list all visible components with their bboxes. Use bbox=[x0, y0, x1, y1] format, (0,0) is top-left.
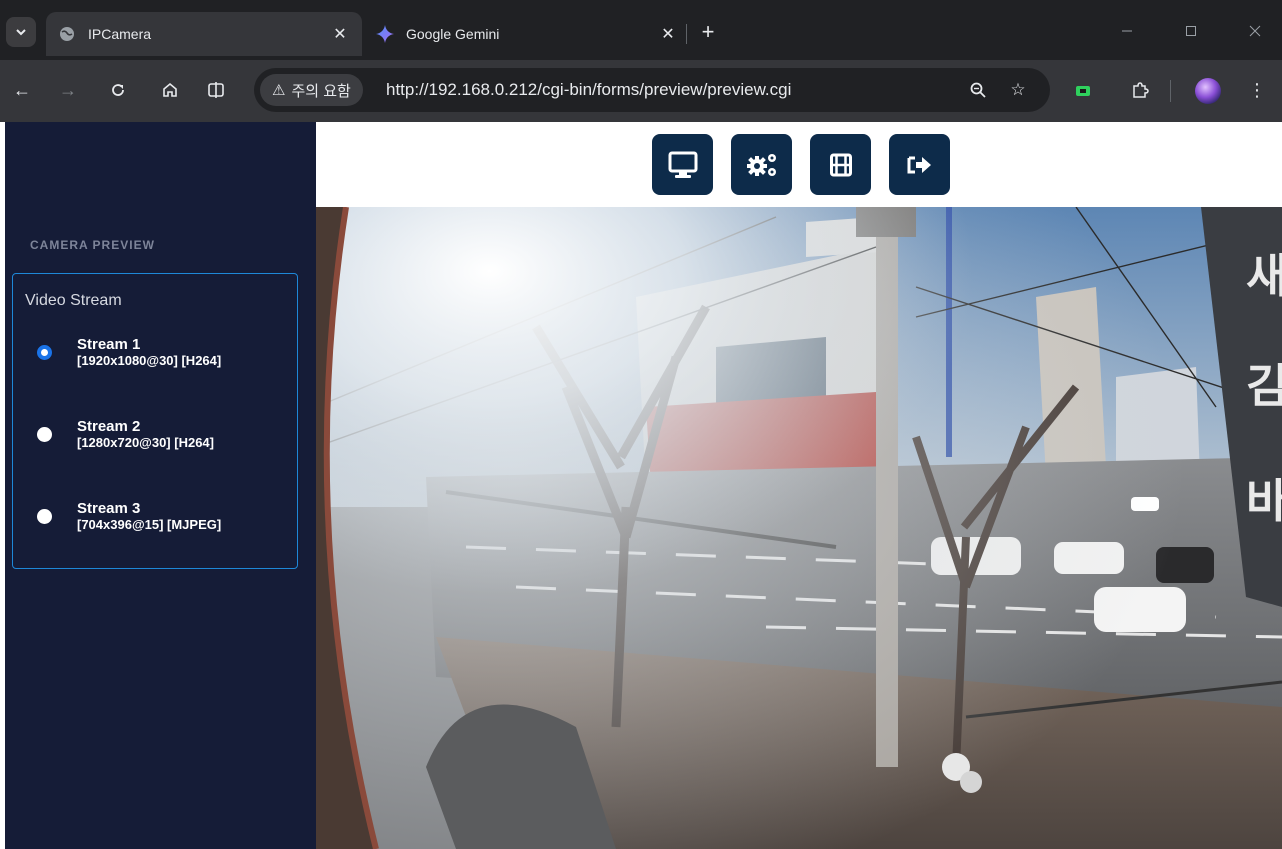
video-stream-group: Video Stream Stream 1 [1920x1080@30] [H2… bbox=[12, 273, 298, 569]
chevron-down-icon bbox=[16, 29, 26, 36]
forward-button[interactable]: → bbox=[54, 76, 82, 104]
arrow-left-icon: ← bbox=[13, 79, 31, 100]
tab-divider bbox=[686, 24, 687, 44]
logout-button[interactable] bbox=[889, 134, 950, 195]
profile-avatar[interactable] bbox=[1195, 78, 1221, 104]
reload-button[interactable] bbox=[104, 76, 132, 104]
split-view-button[interactable] bbox=[202, 76, 230, 104]
maximize-icon bbox=[1186, 26, 1196, 36]
gears-icon bbox=[746, 153, 776, 176]
live-view-button[interactable] bbox=[652, 134, 713, 195]
zoom-icon bbox=[970, 82, 986, 98]
home-icon bbox=[163, 82, 177, 97]
stream-option-text: Stream 1 [1920x1080@30] [H264] bbox=[77, 336, 221, 368]
settings-button[interactable] bbox=[731, 134, 792, 195]
stream-name: Stream 1 bbox=[77, 336, 141, 353]
close-icon[interactable]: ✕ bbox=[658, 24, 678, 44]
close-icon[interactable]: ✕ bbox=[330, 24, 350, 44]
browser-toolbar: ← → ⚠ 주의 요함 http://192.168.0.212/cgi-bin… bbox=[0, 60, 1282, 122]
tab-search-button[interactable] bbox=[6, 17, 36, 47]
new-tab-button[interactable]: + bbox=[696, 19, 720, 44]
gemini-icon bbox=[376, 25, 394, 43]
address-bar[interactable]: ⚠ 주의 요함 http://192.168.0.212/cgi-bin/for… bbox=[254, 68, 1050, 112]
recordings-button[interactable] bbox=[810, 134, 871, 195]
close-icon bbox=[1249, 25, 1261, 37]
star-icon: ☆ bbox=[1010, 80, 1026, 99]
puzzle-icon bbox=[1133, 82, 1149, 98]
sidebar-edge bbox=[0, 122, 5, 849]
globe-icon bbox=[58, 25, 76, 43]
home-button[interactable] bbox=[156, 76, 184, 104]
camera-toolbar bbox=[316, 122, 1282, 207]
more-vertical-icon: ⋮ bbox=[1248, 79, 1266, 100]
browser-tab-strip: IPCamera ✕ Google Gemini ✕ + bbox=[0, 0, 1282, 60]
split-view-icon bbox=[208, 82, 224, 98]
monitor-icon bbox=[668, 151, 697, 178]
close-window-button[interactable] bbox=[1240, 18, 1270, 44]
tab-title: IPCamera bbox=[88, 26, 152, 42]
film-icon bbox=[829, 153, 852, 176]
camera-frame-image: 새 김 바 bbox=[316, 207, 1282, 849]
url-text[interactable]: http://192.168.0.212/cgi-bin/forms/previ… bbox=[386, 80, 791, 100]
toolbar-divider bbox=[1170, 80, 1171, 102]
stream-option-text: Stream 2 [1280x720@30] [H264] bbox=[77, 418, 214, 450]
menu-button[interactable]: ⋮ bbox=[1243, 76, 1271, 104]
zoom-button[interactable] bbox=[966, 78, 990, 102]
page-viewport: CAMERA PREVIEW Video Stream Stream 1 [19… bbox=[0, 122, 1282, 849]
section-label: CAMERA PREVIEW bbox=[30, 238, 155, 252]
security-chip-label: 주의 요함 bbox=[291, 82, 351, 100]
radio-selected[interactable] bbox=[37, 345, 52, 360]
stream-spec: [1920x1080@30] [H264] bbox=[77, 353, 222, 368]
minimize-icon bbox=[1122, 30, 1132, 32]
stream-option-1[interactable]: Stream 1 [1920x1080@30] [H264] bbox=[37, 336, 221, 368]
plus-icon: + bbox=[701, 19, 715, 44]
group-title: Video Stream bbox=[25, 292, 122, 309]
tab-title: Google Gemini bbox=[406, 26, 500, 42]
stream-spec: [704x396@15] [MJPEG] bbox=[77, 517, 222, 532]
bookmark-star-button[interactable]: ☆ bbox=[1006, 78, 1030, 102]
minimize-button[interactable] bbox=[1112, 18, 1142, 44]
sidebar: CAMERA PREVIEW Video Stream Stream 1 [19… bbox=[0, 122, 316, 849]
reload-icon bbox=[112, 84, 124, 96]
stream-spec: [1280x720@30] [H264] bbox=[77, 435, 214, 450]
warning-icon: ⚠ bbox=[272, 82, 286, 99]
stream-option-3[interactable]: Stream 3 [704x396@15] [MJPEG] bbox=[37, 500, 221, 532]
stream-option-text: Stream 3 [704x396@15] [MJPEG] bbox=[77, 500, 221, 532]
stream-name: Stream 3 bbox=[77, 500, 141, 517]
extension-icon[interactable] bbox=[1076, 86, 1090, 96]
radio-unselected[interactable] bbox=[37, 509, 52, 524]
tab-google-gemini[interactable]: Google Gemini ✕ bbox=[364, 12, 690, 56]
camera-video-feed[interactable]: 새 김 바 bbox=[316, 207, 1282, 849]
stream-option-2[interactable]: Stream 2 [1280x720@30] [H264] bbox=[37, 418, 214, 450]
arrow-right-icon: → bbox=[59, 79, 77, 100]
extensions-button[interactable] bbox=[1126, 76, 1154, 104]
stream-name: Stream 2 bbox=[77, 418, 141, 435]
maximize-button[interactable] bbox=[1176, 18, 1206, 44]
tab-ipcamera[interactable]: IPCamera ✕ bbox=[46, 12, 362, 56]
radio-unselected[interactable] bbox=[37, 427, 52, 442]
sign-out-icon bbox=[907, 156, 931, 173]
back-button[interactable]: ← bbox=[8, 76, 36, 104]
security-chip[interactable]: ⚠ 주의 요함 bbox=[260, 74, 363, 106]
